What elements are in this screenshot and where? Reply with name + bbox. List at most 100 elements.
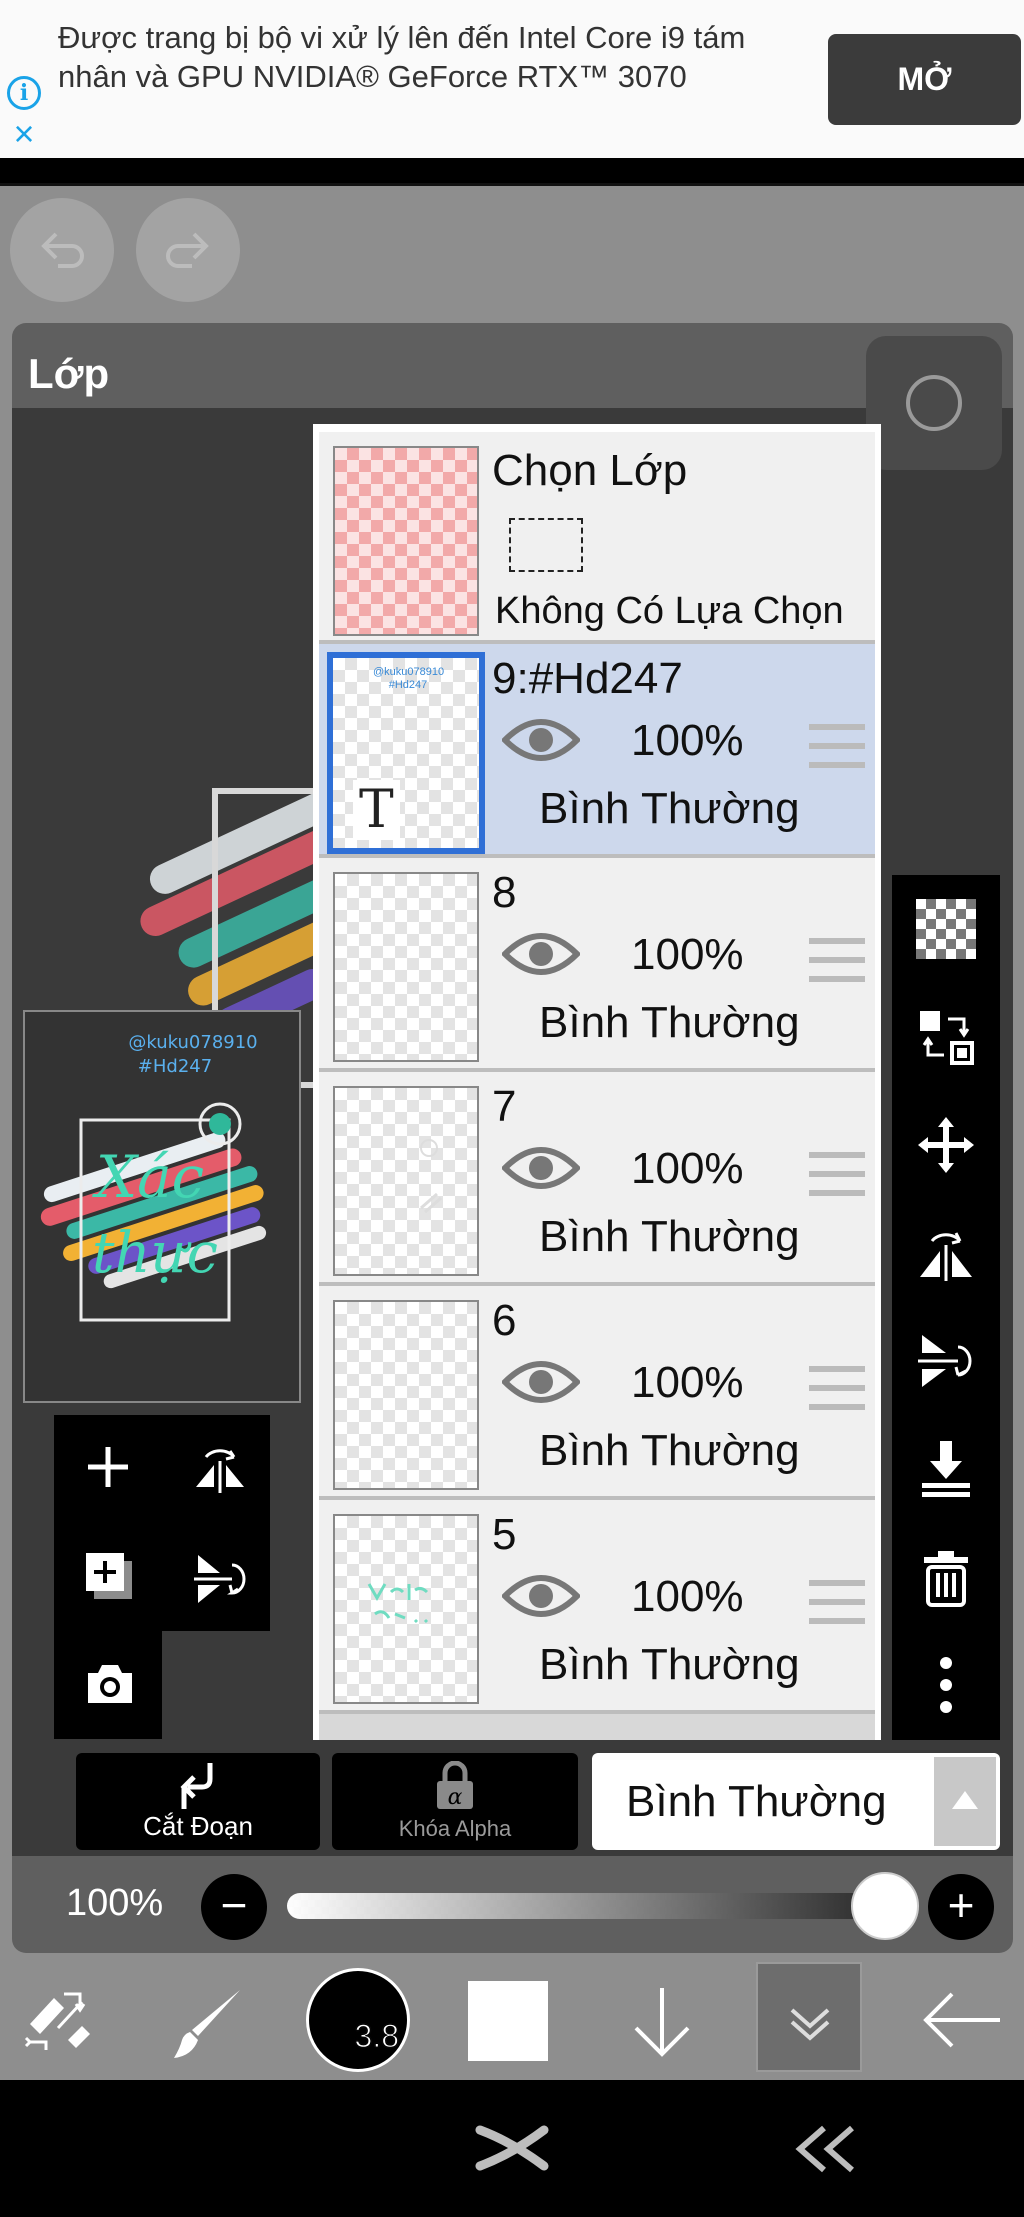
layer-thumbnail bbox=[333, 872, 479, 1062]
selection-marquee-icon bbox=[509, 518, 583, 572]
record-button[interactable] bbox=[866, 336, 1002, 470]
flip-vertical-icon bbox=[194, 1555, 246, 1603]
redo-icon bbox=[166, 232, 209, 268]
alpha-lock-button[interactable]: α Khóa Alpha bbox=[332, 1753, 578, 1850]
layer-name: 6 bbox=[492, 1296, 517, 1345]
merge-down-button[interactable] bbox=[892, 1415, 1000, 1523]
panel-title: Lớp bbox=[28, 350, 110, 397]
transparency-button[interactable] bbox=[892, 875, 1000, 983]
svg-text:α: α bbox=[448, 1785, 463, 1810]
layer-row[interactable]: 6 100% Bình Thường bbox=[319, 1286, 875, 1500]
blend-mode-select[interactable]: Bình Thường bbox=[592, 1753, 1000, 1850]
flip-horizontal-icon bbox=[196, 1449, 244, 1493]
layer-name: 9:#Hd247 bbox=[492, 654, 683, 703]
swap-icon bbox=[920, 1011, 974, 1065]
opacity-decrease-button[interactable]: − bbox=[201, 1874, 267, 1940]
layer-list[interactable]: Chọn Lớp Không Có Lựa Chọn @kuku078910 #H… bbox=[313, 424, 881, 1740]
camera-button[interactable] bbox=[54, 1631, 162, 1739]
blend-mode-value: Bình Thường bbox=[626, 1777, 887, 1826]
selection-layer-title: Chọn Lớp bbox=[492, 446, 688, 495]
eye-icon[interactable] bbox=[502, 1356, 580, 1408]
layer-thumbnail bbox=[333, 1086, 479, 1276]
opacity-slider-thumb[interactable] bbox=[851, 1872, 919, 1940]
more-options-button[interactable] bbox=[892, 1631, 1000, 1739]
color-swatch-button[interactable] bbox=[468, 1981, 548, 2061]
layer-row[interactable]: @kuku078910 #Hd247 T 9:#Hd247 100% Bình T… bbox=[319, 644, 875, 858]
dropdown-arrow-icon[interactable] bbox=[934, 1757, 996, 1846]
ad-text[interactable]: Được trang bị bộ vi xử lý lên đến Intel … bbox=[58, 18, 778, 96]
camera-icon bbox=[88, 1665, 132, 1703]
preview-art: @kuku078910 #Hd247 Xác thực bbox=[25, 1012, 299, 1401]
eye-icon[interactable] bbox=[502, 1570, 580, 1622]
layer-blend-mode: Bình Thường bbox=[539, 784, 800, 833]
info-icon[interactable]: i bbox=[7, 76, 41, 110]
transform-tool-button[interactable] bbox=[20, 1962, 100, 2080]
opacity-slider[interactable] bbox=[287, 1893, 887, 1919]
eye-icon[interactable] bbox=[502, 714, 580, 766]
add-copy-layer-button[interactable] bbox=[54, 1523, 162, 1631]
left-layer-tools bbox=[54, 1415, 270, 1739]
preview-handle-text: @kuku078910 bbox=[128, 1032, 257, 1053]
layer-row[interactable]: 5 100% Bình Thường bbox=[319, 1500, 875, 1714]
system-nav-bar bbox=[0, 2080, 1024, 2217]
layer-opacity: 100% bbox=[631, 1358, 744, 1407]
canvas-preview[interactable]: @kuku078910 #Hd247 Xác thực bbox=[23, 1010, 301, 1403]
add-layer-button[interactable] bbox=[54, 1415, 162, 1523]
layer-blend-mode: Bình Thường bbox=[539, 1426, 800, 1475]
flip-vertical-button[interactable] bbox=[162, 1523, 270, 1631]
arrow-down-icon bbox=[634, 1988, 690, 2057]
selection-layer-thumbnail bbox=[333, 446, 479, 636]
drag-handle-icon[interactable] bbox=[809, 1152, 865, 1196]
clipping-label: Cắt Đoạn bbox=[143, 1811, 253, 1841]
drag-handle-icon[interactable] bbox=[809, 1366, 865, 1410]
brush-size-value: 3.8 bbox=[354, 2018, 399, 2055]
selection-layer-row[interactable]: Chọn Lớp Không Có Lựa Chọn bbox=[319, 432, 875, 644]
layer-name: 5 bbox=[492, 1510, 517, 1559]
flip-horizontal-button[interactable] bbox=[892, 1199, 1000, 1307]
layers-button[interactable] bbox=[756, 1962, 862, 2072]
close-icon[interactable]: × bbox=[8, 116, 40, 152]
ad-banner[interactable]: i × Được trang bị bộ vi xử lý lên đến In… bbox=[0, 0, 1024, 158]
layer-thumbnail bbox=[333, 1514, 479, 1704]
undo-icon bbox=[41, 232, 84, 268]
drag-handle-icon[interactable] bbox=[809, 724, 865, 768]
layer-blend-mode: Bình Thường bbox=[539, 1640, 800, 1689]
move-button[interactable] bbox=[892, 1091, 1000, 1199]
drag-handle-icon[interactable] bbox=[809, 1580, 865, 1624]
flip-horizontal-button[interactable] bbox=[162, 1415, 270, 1523]
back-button[interactable] bbox=[914, 1962, 1010, 2080]
clipping-button[interactable]: Cắt Đoạn bbox=[76, 1753, 320, 1850]
eye-icon[interactable] bbox=[502, 1142, 580, 1194]
layer-row[interactable]: 8 100% Bình Thường bbox=[319, 858, 875, 1072]
thumbnail-text: @kuku078910 #Hd247 bbox=[373, 666, 445, 691]
more-vertical-icon bbox=[940, 1657, 952, 1713]
layer-name: 8 bbox=[492, 868, 517, 917]
arrow-down-button[interactable] bbox=[616, 1962, 706, 2080]
preview-hashtag-text: #Hd247 bbox=[138, 1056, 212, 1077]
layer-row[interactable] bbox=[319, 1714, 875, 1740]
undo-button[interactable] bbox=[10, 198, 114, 302]
brush-tool-button[interactable] bbox=[162, 1962, 252, 2080]
flip-vertical-icon bbox=[918, 1335, 972, 1387]
layer-name: 7 bbox=[492, 1082, 517, 1131]
layer-row[interactable]: 7 100% Bình Thường bbox=[319, 1072, 875, 1286]
swap-layer-button[interactable] bbox=[892, 983, 1000, 1091]
ad-open-button[interactable]: MỞ bbox=[828, 34, 1021, 125]
redo-button[interactable] bbox=[136, 198, 240, 302]
delete-layer-button[interactable] bbox=[892, 1523, 1000, 1631]
drag-handle-icon[interactable] bbox=[809, 938, 865, 982]
brush-icon bbox=[174, 1990, 240, 2058]
merge-down-icon bbox=[922, 1441, 970, 1497]
flip-horizontal-icon bbox=[920, 1232, 972, 1281]
chevron-double-left-icon[interactable] bbox=[790, 2124, 860, 2174]
brush-size-button[interactable]: 3.8 bbox=[306, 1968, 410, 2072]
close-app-icon[interactable] bbox=[474, 2124, 550, 2172]
alpha-lock-label: Khóa Alpha bbox=[398, 1816, 512, 1841]
eye-icon[interactable] bbox=[502, 928, 580, 980]
add-layer-icon bbox=[86, 1553, 132, 1599]
clipping-arrow-icon bbox=[180, 1763, 213, 1809]
record-icon bbox=[906, 375, 962, 431]
move-icon bbox=[918, 1117, 974, 1173]
flip-vertical-button[interactable] bbox=[892, 1307, 1000, 1415]
opacity-increase-button[interactable]: + bbox=[928, 1874, 994, 1940]
